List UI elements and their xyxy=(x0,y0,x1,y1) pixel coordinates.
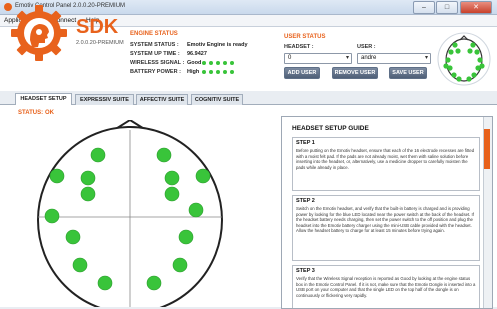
battery-dot xyxy=(230,70,234,74)
sensor-f4 xyxy=(164,170,180,186)
battery-dot xyxy=(202,70,206,74)
sensor-f8 xyxy=(195,168,211,184)
sensor-cms xyxy=(65,229,81,245)
add-user-button[interactable]: ADD USER xyxy=(284,67,320,79)
system-status-label: SYSTEM STATUS : xyxy=(130,42,179,48)
headset-select[interactable]: 0 ▾ xyxy=(284,53,352,64)
system-status-value: Emotiv Engine is ready xyxy=(187,42,248,48)
guide-scrollbar-thumb[interactable] xyxy=(484,129,490,169)
mini-headset-icon xyxy=(437,32,491,86)
step-text: Before putting on the Emotiv headset, en… xyxy=(296,148,475,170)
headset-sensor-diagram xyxy=(37,120,223,307)
sensor-f7 xyxy=(49,168,65,184)
tab-cognitiv-suite[interactable]: COGNITIV SUITE xyxy=(191,94,243,105)
user-label: USER : xyxy=(357,44,376,50)
wireless-signal-value: Good xyxy=(187,60,202,66)
chevron-down-icon: ▾ xyxy=(345,55,349,61)
sensor-p7 xyxy=(72,257,88,273)
user-status-heading: USER STATUS xyxy=(284,34,326,40)
step-title: STEP 2 xyxy=(296,198,315,204)
battery-power-label: BATTERY POWER : xyxy=(130,69,181,75)
battery-power-value: High xyxy=(187,69,200,75)
signal-dot xyxy=(223,61,227,65)
wireless-signal-indicator xyxy=(202,61,242,66)
minimize-button[interactable]: – xyxy=(413,1,435,14)
sensor-t8 xyxy=(188,202,204,218)
status-label: STATUS: xyxy=(18,110,44,116)
sensor-af4 xyxy=(156,147,172,163)
guide-step-2: STEP 2 Switch on the Emotiv headset, and… xyxy=(292,195,480,261)
status-value: OK xyxy=(45,110,54,116)
headset-setup-guide[interactable]: HEADSET SETUP GUIDE STEP 1 Before puttin… xyxy=(281,116,493,309)
maximize-button[interactable]: □ xyxy=(436,1,458,14)
sensor-fc5 xyxy=(80,186,96,202)
tab-expressiv-suite[interactable]: EXPRESSIV SUITE xyxy=(75,94,134,105)
sensor-drl xyxy=(178,229,194,245)
sensor-p8 xyxy=(172,257,188,273)
signal-dot xyxy=(202,61,206,65)
sensor-fc6 xyxy=(164,186,180,202)
close-button[interactable]: ✕ xyxy=(460,1,492,14)
remove-user-button[interactable]: REMOVE USER xyxy=(332,67,378,79)
system-up-time-label: SYSTEM UP TIME : xyxy=(130,51,180,57)
step-title: STEP 1 xyxy=(296,140,315,146)
signal-dot xyxy=(209,61,213,65)
battery-dot xyxy=(223,70,227,74)
user-select-value: andre xyxy=(361,55,377,61)
chevron-down-icon: ▾ xyxy=(424,55,428,61)
headset-select-value: 0 xyxy=(288,55,292,61)
sensor-t7 xyxy=(44,208,60,224)
system-up-time-value: 96.9427 xyxy=(187,51,207,57)
sensor-o1 xyxy=(97,275,113,291)
save-user-button[interactable]: SAVE USER xyxy=(389,67,427,79)
headset-label: HEADSET : xyxy=(284,44,314,50)
wireless-signal-label: WIRELESS SIGNAL : xyxy=(130,60,185,66)
emotiv-gear-logo xyxy=(11,5,67,61)
sdk-logo-text: SDK xyxy=(76,16,119,38)
battery-indicator xyxy=(202,70,242,75)
guide-step-1: STEP 1 Before putting on the Emotiv head… xyxy=(292,137,480,191)
step-text: Verify that the Wireless Signal receptio… xyxy=(296,276,476,298)
sensor-af3 xyxy=(90,147,106,163)
guide-step-3: STEP 3 Verify that the Wireless Signal r… xyxy=(292,265,480,308)
battery-dot xyxy=(209,70,213,74)
guide-title: HEADSET SETUP GUIDE xyxy=(292,125,369,132)
engine-status-heading: ENGINE STATUS xyxy=(130,31,178,37)
tab-headset-setup[interactable]: HEADSET SETUP xyxy=(15,93,72,105)
battery-dot xyxy=(216,70,220,74)
sensor-o2 xyxy=(146,275,162,291)
step-text: Switch on the Emotiv headset, and verify… xyxy=(296,206,474,234)
sensor-f3 xyxy=(80,170,96,186)
tab-affectiv-suite[interactable]: AFFECTIV SUITE xyxy=(136,94,188,105)
user-select[interactable]: andre ▾ xyxy=(357,53,431,64)
signal-dot xyxy=(216,61,220,65)
sdk-version: 2.0.0.20-PREMIUM xyxy=(76,40,124,46)
step-title: STEP 3 xyxy=(296,268,315,274)
signal-dot xyxy=(230,61,234,65)
